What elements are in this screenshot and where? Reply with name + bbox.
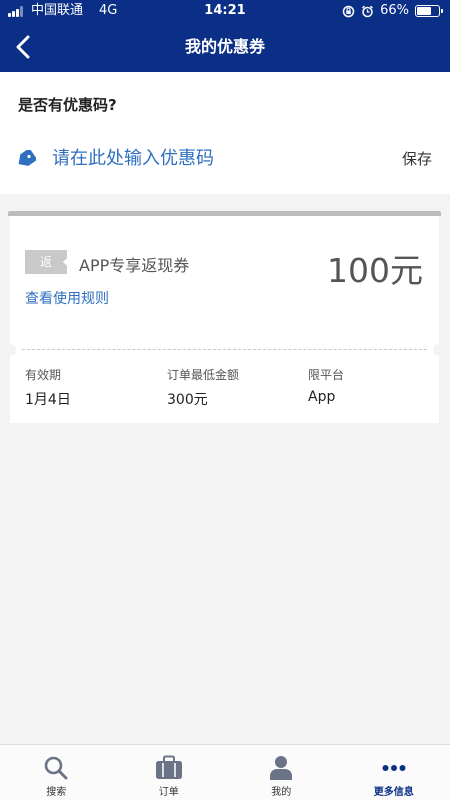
- page-title: 我的优惠券: [184, 37, 265, 56]
- tab-label: 订单: [158, 787, 179, 798]
- tag-icon: [18, 150, 36, 166]
- alarm-icon: [362, 5, 374, 17]
- tab-label: 搜索: [46, 787, 67, 798]
- top-bar: 中国联通 4G 14:21 66% 我的优惠券: [0, 0, 450, 72]
- tab-orders[interactable]: 订单: [113, 745, 226, 800]
- tab-search[interactable]: 搜索: [0, 745, 113, 800]
- detail-label: 订单最低金额: [167, 368, 240, 382]
- back-button[interactable]: [6, 30, 40, 64]
- coupon-notch-left: [4, 344, 16, 356]
- coupon-detail-platform: 限平台 App: [308, 366, 344, 405]
- coupon-notch-right: [433, 344, 445, 356]
- briefcase-icon: [155, 755, 182, 779]
- view-rules-link[interactable]: 查看使用规则: [25, 288, 109, 308]
- search-icon: [44, 756, 68, 780]
- coupon-card[interactable]: 返 APP专享返现券 100元 查看使用规则 有效期 1月4日 订单最低金额 3…: [4, 216, 445, 423]
- coupon-detail-min-amount: 订单最低金额 300元: [167, 366, 239, 409]
- more-dots-icon: [382, 765, 406, 771]
- coupon-detail-validity: 有效期 1月4日: [25, 366, 71, 409]
- nav-bar: 我的优惠券: [0, 22, 450, 72]
- person-icon: [270, 756, 293, 780]
- status-bar: 中国联通 4G 14:21 66%: [0, 0, 450, 22]
- tab-more-info[interactable]: 更多信息: [338, 745, 450, 800]
- cashback-badge: 返: [25, 250, 67, 274]
- status-right: 66%: [342, 0, 443, 22]
- promo-input-row: 保存: [0, 138, 450, 178]
- coupon-title: APP专享返现券: [79, 256, 190, 275]
- tab-label: 我的: [271, 787, 292, 798]
- coupon-dashed-divider: [22, 349, 427, 350]
- battery-icon: [415, 5, 443, 17]
- detail-value: 1月4日: [25, 392, 71, 408]
- rotation-lock-icon: [342, 5, 355, 17]
- tab-profile[interactable]: 我的: [225, 745, 338, 800]
- tab-label: 更多信息: [373, 787, 414, 798]
- chevron-left-icon: [16, 35, 30, 59]
- detail-value: 300元: [167, 392, 208, 408]
- detail-label: 有效期: [25, 368, 62, 382]
- detail-value: App: [308, 389, 336, 405]
- promo-code-input[interactable]: [52, 142, 372, 174]
- coupon-amount: 100元: [327, 251, 423, 290]
- detail-label: 限平台: [308, 368, 345, 382]
- promo-code-section: 是否有优惠码? 保存: [0, 72, 450, 194]
- promo-question: 是否有优惠码?: [18, 96, 117, 114]
- save-button[interactable]: 保存: [402, 148, 432, 169]
- battery-percent: 66%: [380, 3, 409, 18]
- battery-level-fill: [417, 7, 431, 15]
- bottom-tab-bar: 搜索 订单 我的 更多信息: [0, 744, 450, 800]
